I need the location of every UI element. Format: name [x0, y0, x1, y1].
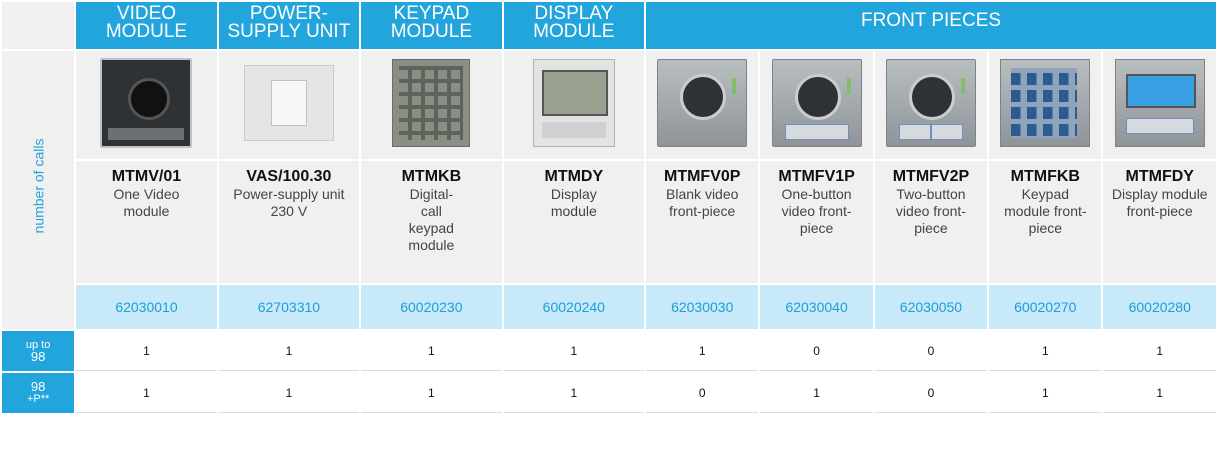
corner-cell [2, 2, 75, 49]
product-desc-cell: MTMKB Digital-call keypad module [361, 161, 502, 283]
keypad-front-piece-image [1000, 58, 1091, 147]
quantity-cell: 1 [76, 373, 217, 413]
row-label-up-to-98: up to 98 [2, 331, 75, 371]
product-desc-cell: MTMFV2P Two-button video front-piece [874, 161, 988, 283]
product-description: Display module front-piece [1111, 186, 1208, 219]
quantity-cell: 0 [874, 373, 988, 413]
product-code: VAS/100.30 [246, 168, 332, 185]
quantity-cell: 0 [646, 373, 759, 413]
product-desc-cell: MTMFKB Keypad module front-piece [989, 161, 1102, 283]
product-description: Digital-call keypad module [408, 186, 455, 253]
quantity-cell: 1 [218, 373, 360, 413]
quantity-cell: 1 [503, 373, 645, 413]
product-image-cell [874, 51, 988, 159]
side-label-cell: number of calls [2, 51, 75, 329]
product-image-cell [76, 51, 217, 159]
product-image-cell [218, 51, 360, 159]
one-button-front-piece-image [771, 58, 862, 147]
product-desc-cell: MTMFDY Display module front-piece [1103, 161, 1216, 283]
product-description: One-button video front-piece [781, 186, 852, 236]
power-supply-image [243, 64, 334, 141]
header-video-module: VIDEO MODULE [76, 2, 217, 49]
display-module-image [532, 58, 615, 147]
product-code: MTMKB [401, 168, 462, 185]
product-desc-cell: MTMV/01 One Video module [76, 161, 217, 283]
quantity-cell: 1 [989, 373, 1102, 413]
order-code: 60020270 [989, 285, 1102, 329]
quantity-cell: 0 [760, 331, 873, 371]
product-code: MTMFV1P [778, 168, 855, 185]
keypad-module-image [392, 58, 471, 147]
number-of-calls-label: number of calls [30, 138, 47, 234]
product-description: Keypad module front-piece [1004, 186, 1087, 236]
order-code: 62703310 [218, 285, 360, 329]
quantity-cell: 1 [503, 331, 645, 371]
quantity-cell: 1 [76, 331, 217, 371]
quantity-cell: 0 [874, 331, 988, 371]
order-code: 60020280 [1103, 285, 1216, 329]
product-code: MTMFV0P [664, 168, 741, 185]
product-desc-cell: MTMDY Display module [503, 161, 645, 283]
product-description: Display module [550, 186, 597, 219]
product-description: Two-button video front-piece [895, 186, 966, 236]
quantity-cell: 1 [218, 331, 360, 371]
product-image-cell [1103, 51, 1216, 159]
blank-front-piece-image [657, 58, 748, 147]
order-code: 60020240 [503, 285, 645, 329]
header-psu: POWER- SUPPLY UNIT [218, 2, 360, 49]
order-code: 60020230 [361, 285, 502, 329]
product-desc-cell: VAS/100.30 Power-supply unit 230 V [218, 161, 360, 283]
product-code: MTMFKB [1010, 168, 1080, 185]
order-code: 62030040 [760, 285, 873, 329]
display-front-piece-image [1114, 58, 1205, 147]
product-code: MTMDY [544, 168, 604, 185]
product-image-cell [646, 51, 759, 159]
quantity-cell: 1 [646, 331, 759, 371]
header-display: DISPLAY MODULE [503, 2, 645, 49]
quantity-cell: 1 [361, 331, 502, 371]
product-description: Power-supply unit 230 V [233, 186, 345, 219]
two-button-front-piece-image [885, 58, 976, 147]
order-code: 62030010 [76, 285, 217, 329]
product-description: One Video module [113, 186, 180, 219]
product-desc-cell: MTMFV1P One-button video front-piece [760, 161, 873, 283]
quantity-cell: 1 [760, 373, 873, 413]
product-image-cell [989, 51, 1102, 159]
product-image-cell [361, 51, 502, 159]
order-code: 62030050 [874, 285, 988, 329]
video-module-image [100, 57, 193, 148]
row-label-98-plus-p: 98 +P** [2, 373, 75, 413]
product-image-cell [503, 51, 645, 159]
product-code: MTMFV2P [892, 168, 970, 185]
order-code: 62030030 [646, 285, 759, 329]
header-front-pieces: FRONT PIECES [646, 2, 1216, 49]
product-code: MTMV/01 [111, 168, 182, 185]
quantity-cell: 1 [1103, 331, 1216, 371]
product-image-cell [760, 51, 873, 159]
product-code: MTMFDY [1125, 168, 1194, 185]
header-keypad: KEYPAD MODULE [361, 2, 502, 49]
product-desc-cell: MTMFV0P Blank video front-piece [646, 161, 759, 283]
quantity-cell: 1 [361, 373, 502, 413]
product-description: Blank video front-piece [666, 186, 739, 219]
quantity-cell: 1 [989, 331, 1102, 371]
product-table: VIDEO MODULE POWER- SUPPLY UNIT KEYPAD M… [0, 0, 1218, 415]
quantity-cell: 1 [1103, 373, 1216, 413]
